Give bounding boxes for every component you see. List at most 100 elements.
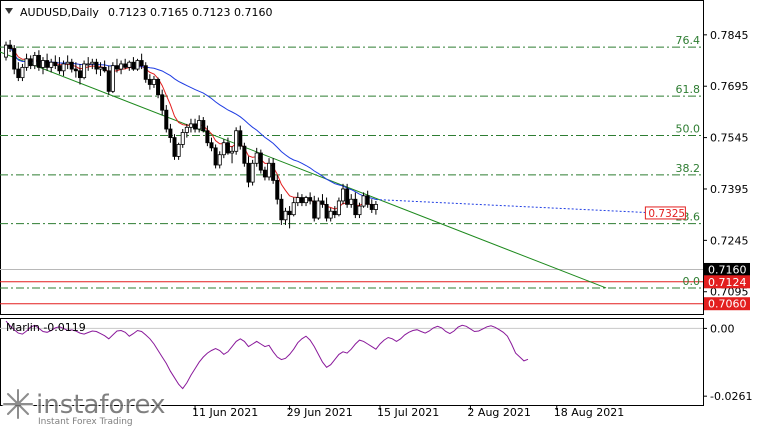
candle-body xyxy=(94,61,99,70)
candle-body xyxy=(106,70,111,92)
candle xyxy=(316,197,321,220)
time-tick-label: 29 Jun 2021 xyxy=(287,406,353,419)
chart-canvas: 76.461.850.038.223.60.0 0.00-0.0261 0.78… xyxy=(0,0,759,427)
candle-body xyxy=(139,60,144,67)
candle-body xyxy=(234,130,239,152)
candle xyxy=(143,62,148,83)
candle-body xyxy=(213,147,218,166)
candle-body xyxy=(365,195,370,205)
candle-body xyxy=(176,144,181,157)
candle-body xyxy=(369,203,374,210)
candle-body xyxy=(225,142,230,154)
candle-body xyxy=(336,200,341,216)
candle-body xyxy=(53,61,58,67)
price-tick-label: 0.7695 xyxy=(710,80,749,93)
price-label-text: 0.7060 xyxy=(708,298,747,311)
candle-body xyxy=(12,48,17,70)
candle-body xyxy=(65,61,70,65)
candle xyxy=(135,58,140,71)
candle-body xyxy=(316,200,321,219)
candle-body xyxy=(328,210,333,219)
candle-body xyxy=(197,120,202,130)
price-label-text: 0.7160 xyxy=(708,263,747,276)
ohlc-label: 0.7123 0.7165 0.7123 0.7160 xyxy=(108,6,272,19)
candle-body xyxy=(184,126,189,133)
time-tick-label: 18 Aug 2021 xyxy=(554,406,624,419)
candle-body xyxy=(193,123,198,130)
candle xyxy=(234,127,239,155)
candle-body xyxy=(45,60,50,68)
candle-body xyxy=(332,210,337,216)
candle-body xyxy=(250,162,255,183)
candle-body xyxy=(110,65,115,92)
candle-body xyxy=(40,60,45,68)
candle-body xyxy=(61,63,66,72)
candle-body xyxy=(90,61,95,65)
candle-body xyxy=(209,142,214,149)
candle-body xyxy=(123,63,128,68)
candle-body xyxy=(164,109,169,130)
instaforex-burst-icon xyxy=(2,388,34,420)
indicator-tick-label: -0.0261 xyxy=(710,390,752,403)
candle-body xyxy=(217,154,222,166)
candle-body xyxy=(131,61,136,70)
candle-body xyxy=(287,210,292,216)
candle-body xyxy=(258,152,263,171)
candle-body xyxy=(188,123,193,128)
candle-body xyxy=(147,78,152,85)
fib-level-label: 61.8 xyxy=(676,83,701,96)
candle-body xyxy=(221,142,226,156)
candle-body xyxy=(49,61,54,68)
price-tick-label: 0.7245 xyxy=(710,234,749,247)
candle-body xyxy=(160,94,165,111)
candle-body xyxy=(304,197,309,204)
candle-body xyxy=(279,198,284,221)
candle-body xyxy=(246,162,251,183)
fib-level-label: 38.2 xyxy=(676,162,701,175)
candle-body xyxy=(172,137,177,157)
candle-body xyxy=(353,198,358,216)
symbol-label: AUDUSD,Daily xyxy=(20,6,99,19)
candle-body xyxy=(73,68,78,72)
fib-level-label: 0.0 xyxy=(683,275,701,288)
candle-body xyxy=(357,205,362,216)
candle-body xyxy=(291,202,296,216)
candle-body xyxy=(4,44,9,58)
candle xyxy=(172,134,177,160)
candle-body xyxy=(8,44,13,49)
indicator-tick-label: 0.00 xyxy=(710,322,735,335)
candle-body xyxy=(119,63,124,70)
chart-header: AUDUSD,Daily 0.7123 0.7165 0.7123 0.7160 xyxy=(5,6,272,19)
candle-body xyxy=(205,130,210,144)
candle-body xyxy=(295,197,300,204)
indicator-label: Marlin -0.0119 xyxy=(6,321,86,334)
candle-body xyxy=(238,130,243,147)
candle-body xyxy=(114,65,119,70)
candle-body xyxy=(82,63,87,79)
candle-body xyxy=(349,198,354,205)
candle-body xyxy=(127,61,132,68)
candle-body xyxy=(242,145,247,164)
candle-body xyxy=(28,58,33,67)
candle-body xyxy=(254,152,259,164)
fib-level-label: 76.4 xyxy=(676,34,701,47)
candle-body xyxy=(308,197,313,202)
candle-body xyxy=(262,169,267,178)
price-tick-label: 0.7845 xyxy=(710,29,749,42)
candle-body xyxy=(57,65,62,72)
time-tick-label: 15 Jul 2021 xyxy=(377,406,439,419)
candle-body xyxy=(77,70,82,79)
candle-body xyxy=(201,120,206,132)
candle-body xyxy=(36,54,41,68)
logo-tagline-text: Instant Forex Trading xyxy=(38,417,133,427)
candle xyxy=(250,159,255,186)
candle xyxy=(258,149,263,174)
candle-body xyxy=(373,203,378,210)
candle-body xyxy=(102,66,107,72)
candle-body xyxy=(135,60,140,70)
price-tick-label: 0.7545 xyxy=(710,132,749,145)
candle-body xyxy=(20,66,25,79)
candle-body xyxy=(180,132,185,145)
time-tick-label: 2 Aug 2021 xyxy=(467,406,530,419)
candle xyxy=(242,142,247,167)
